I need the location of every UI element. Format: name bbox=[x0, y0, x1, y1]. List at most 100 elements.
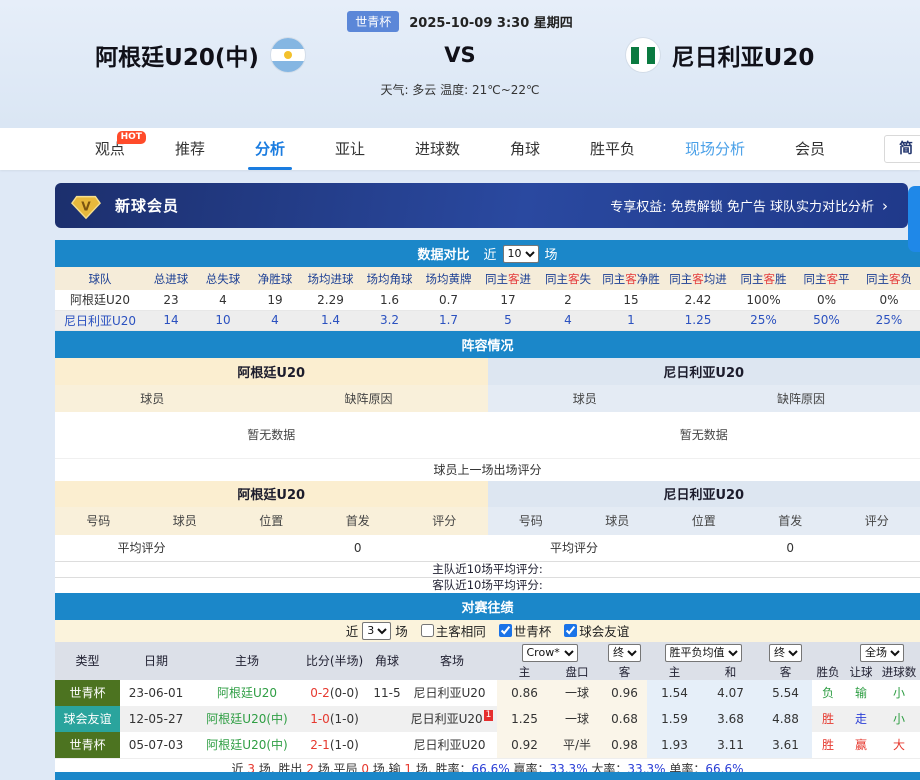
vs-label: VS bbox=[400, 43, 520, 67]
worldcup-filter[interactable]: 世青杯 bbox=[490, 621, 552, 640]
col-score: 比分(半场) bbox=[302, 642, 367, 680]
stat-cell: 50% bbox=[795, 310, 858, 330]
lineup-away-team: 尼日利亚U20 bbox=[488, 358, 920, 385]
col-player: 球员 bbox=[488, 390, 683, 407]
stat-cell: 14 bbox=[145, 310, 197, 330]
stat-cell: 1.7 bbox=[419, 310, 478, 330]
col-absence-reason: 缺阵原因 bbox=[682, 390, 920, 407]
tab-analysis[interactable]: 分析 bbox=[230, 128, 310, 170]
tab-member[interactable]: 会员 bbox=[770, 128, 850, 170]
col-rating: 评分 bbox=[401, 507, 488, 535]
col-number: 号码 bbox=[55, 507, 142, 535]
tab-label: 胜平负 bbox=[590, 140, 635, 158]
wdl-average-select[interactable]: 胜平负均值 bbox=[665, 644, 742, 662]
col-header: 场均黄牌 bbox=[419, 267, 478, 290]
tab-recommend[interactable]: 推荐 bbox=[150, 128, 230, 170]
col-date: 日期 bbox=[120, 642, 192, 680]
col-player: 球员 bbox=[142, 507, 229, 535]
nigeria-flag-icon bbox=[626, 38, 660, 72]
ah-line-cell: 一球 bbox=[552, 680, 602, 706]
away-recent-rating: 客队近10场平均评分: bbox=[55, 577, 920, 593]
tab-handicap[interactable]: 亚让 bbox=[310, 128, 390, 170]
side-float-widget[interactable] bbox=[908, 186, 920, 252]
col-player: 球员 bbox=[55, 390, 250, 407]
col-away: 客场 bbox=[407, 642, 497, 680]
worldcup-checkbox[interactable] bbox=[499, 624, 512, 637]
result-wdl-cell: 胜 bbox=[812, 732, 844, 759]
tab-corners[interactable]: 角球 bbox=[485, 128, 565, 170]
checkbox-label: 球会友谊 bbox=[579, 621, 629, 640]
match-header: 世青杯 2025-10-09 3:30 星期四 阿根廷U20(中) VS 尼日利… bbox=[0, 0, 920, 128]
h2h-header: 对赛往绩 bbox=[55, 593, 920, 620]
recent-games-select[interactable]: 10 bbox=[503, 245, 539, 263]
stat-cell: 15 bbox=[598, 290, 664, 310]
type-cell: 球会友谊 bbox=[55, 706, 120, 732]
tab-live-analysis[interactable]: 现场分析 bbox=[660, 128, 770, 170]
col-position: 位置 bbox=[228, 507, 315, 535]
compare-row-away: 尼日利亚U20 14 10 4 1.4 3.2 1.7 5 4 1 1.25 2… bbox=[55, 310, 920, 330]
ratings-team-row: 阿根廷U20 尼日利亚U20 bbox=[55, 481, 920, 507]
odds-home-cell: 1.54 bbox=[647, 680, 702, 706]
stat-cell: 3.2 bbox=[360, 310, 419, 330]
final-odds-select-1[interactable]: 终 bbox=[608, 644, 641, 662]
tab-goals[interactable]: 进球数 bbox=[390, 128, 485, 170]
stat-cell: 23 bbox=[145, 290, 197, 310]
ratings-away-team: 尼日利亚U20 bbox=[488, 481, 920, 507]
score-cell: 0-2(0-0) bbox=[302, 680, 367, 706]
fulltime-select[interactable]: 全场 bbox=[860, 644, 904, 662]
same-venue-checkbox[interactable] bbox=[421, 624, 434, 637]
stat-cell: 0.7 bbox=[419, 290, 478, 310]
tab-viewpoint[interactable]: 观点 HOT bbox=[70, 128, 150, 170]
near-label: 近 bbox=[483, 244, 496, 263]
final-odds-select-2[interactable]: 终 bbox=[769, 644, 802, 662]
friendly-filter[interactable]: 球会友谊 bbox=[555, 621, 629, 640]
content: V 新球会员 专享权益: 免费解锁 免广告 球队实力对比分析 › 数据对比 近 … bbox=[0, 170, 920, 778]
col-odds-home: 主 bbox=[647, 664, 702, 680]
result-goals-cell: 小 bbox=[878, 706, 920, 732]
stat-cell: 2 bbox=[538, 290, 598, 310]
odds-away-cell: 5.54 bbox=[759, 680, 812, 706]
corner-cell: 11-5 bbox=[367, 680, 407, 706]
tab-label: 角球 bbox=[510, 140, 540, 158]
same-venue-filter[interactable]: 主客相同 bbox=[412, 621, 486, 640]
result-handicap-cell: 走 bbox=[844, 706, 878, 732]
h2h-recent-select[interactable]: 3 bbox=[362, 622, 391, 640]
friendly-checkbox[interactable] bbox=[564, 624, 577, 637]
chevron-right-icon[interactable]: › bbox=[882, 197, 888, 215]
stat-cell: 25% bbox=[732, 310, 795, 330]
stat-cell: 4 bbox=[249, 310, 301, 330]
corner-cell bbox=[367, 706, 407, 732]
col-header: 同主客负 bbox=[858, 267, 920, 290]
nav-bar: 观点 HOT 推荐 分析 亚让 进球数 角球 胜平负 现场分析 会员 简 bbox=[0, 128, 920, 170]
vip-diamond-icon: V bbox=[71, 191, 101, 221]
final-select-cell: 终 bbox=[759, 642, 812, 664]
odds-company-select[interactable]: Crow* bbox=[522, 644, 578, 662]
tab-label: 会员 bbox=[795, 140, 825, 158]
col-header: 同主客失 bbox=[538, 267, 598, 290]
company-select-cell: Crow* bbox=[497, 642, 602, 664]
argentina-flag-icon bbox=[271, 38, 305, 72]
home-team: 阿根廷U20(中) bbox=[0, 38, 400, 72]
h2h-row: 球会友谊 12-05-27 阿根廷U20(中) 1-0(1-0) 尼日利亚U20… bbox=[55, 706, 920, 732]
ah-line-cell: 平/半 bbox=[552, 732, 602, 759]
lineup-away-cols: 球员 缺阵原因 bbox=[488, 385, 920, 412]
tab-wdl[interactable]: 胜平负 bbox=[565, 128, 660, 170]
games-label: 场 bbox=[395, 621, 408, 640]
compare-row-home: 阿根廷U20 23 4 19 2.29 1.6 0.7 17 2 15 2.42… bbox=[55, 290, 920, 310]
simplified-chinese-button[interactable]: 简 bbox=[884, 135, 920, 163]
col-ah-line: 盘口 bbox=[552, 664, 602, 680]
empty-header bbox=[812, 642, 844, 664]
col-player: 球员 bbox=[574, 507, 661, 535]
col-result-goals: 进球数 bbox=[878, 664, 920, 680]
stat-cell: 19 bbox=[249, 290, 301, 310]
ah-home-cell: 0.92 bbox=[497, 732, 552, 759]
odds-draw-cell: 4.07 bbox=[702, 680, 759, 706]
col-header: 同主客平 bbox=[795, 267, 858, 290]
avg-label: 平均评分 bbox=[488, 535, 661, 561]
match-time: 2025-10-09 3:30 星期四 bbox=[409, 12, 573, 31]
last-match-rating-label: 球员上一场出场评分 bbox=[55, 459, 920, 481]
competition-badge: 世青杯 bbox=[55, 680, 120, 706]
vip-banner[interactable]: V 新球会员 专享权益: 免费解锁 免广告 球队实力对比分析 › bbox=[55, 183, 908, 228]
avg-label: 平均评分 bbox=[55, 535, 228, 561]
empty-cell bbox=[401, 535, 488, 561]
